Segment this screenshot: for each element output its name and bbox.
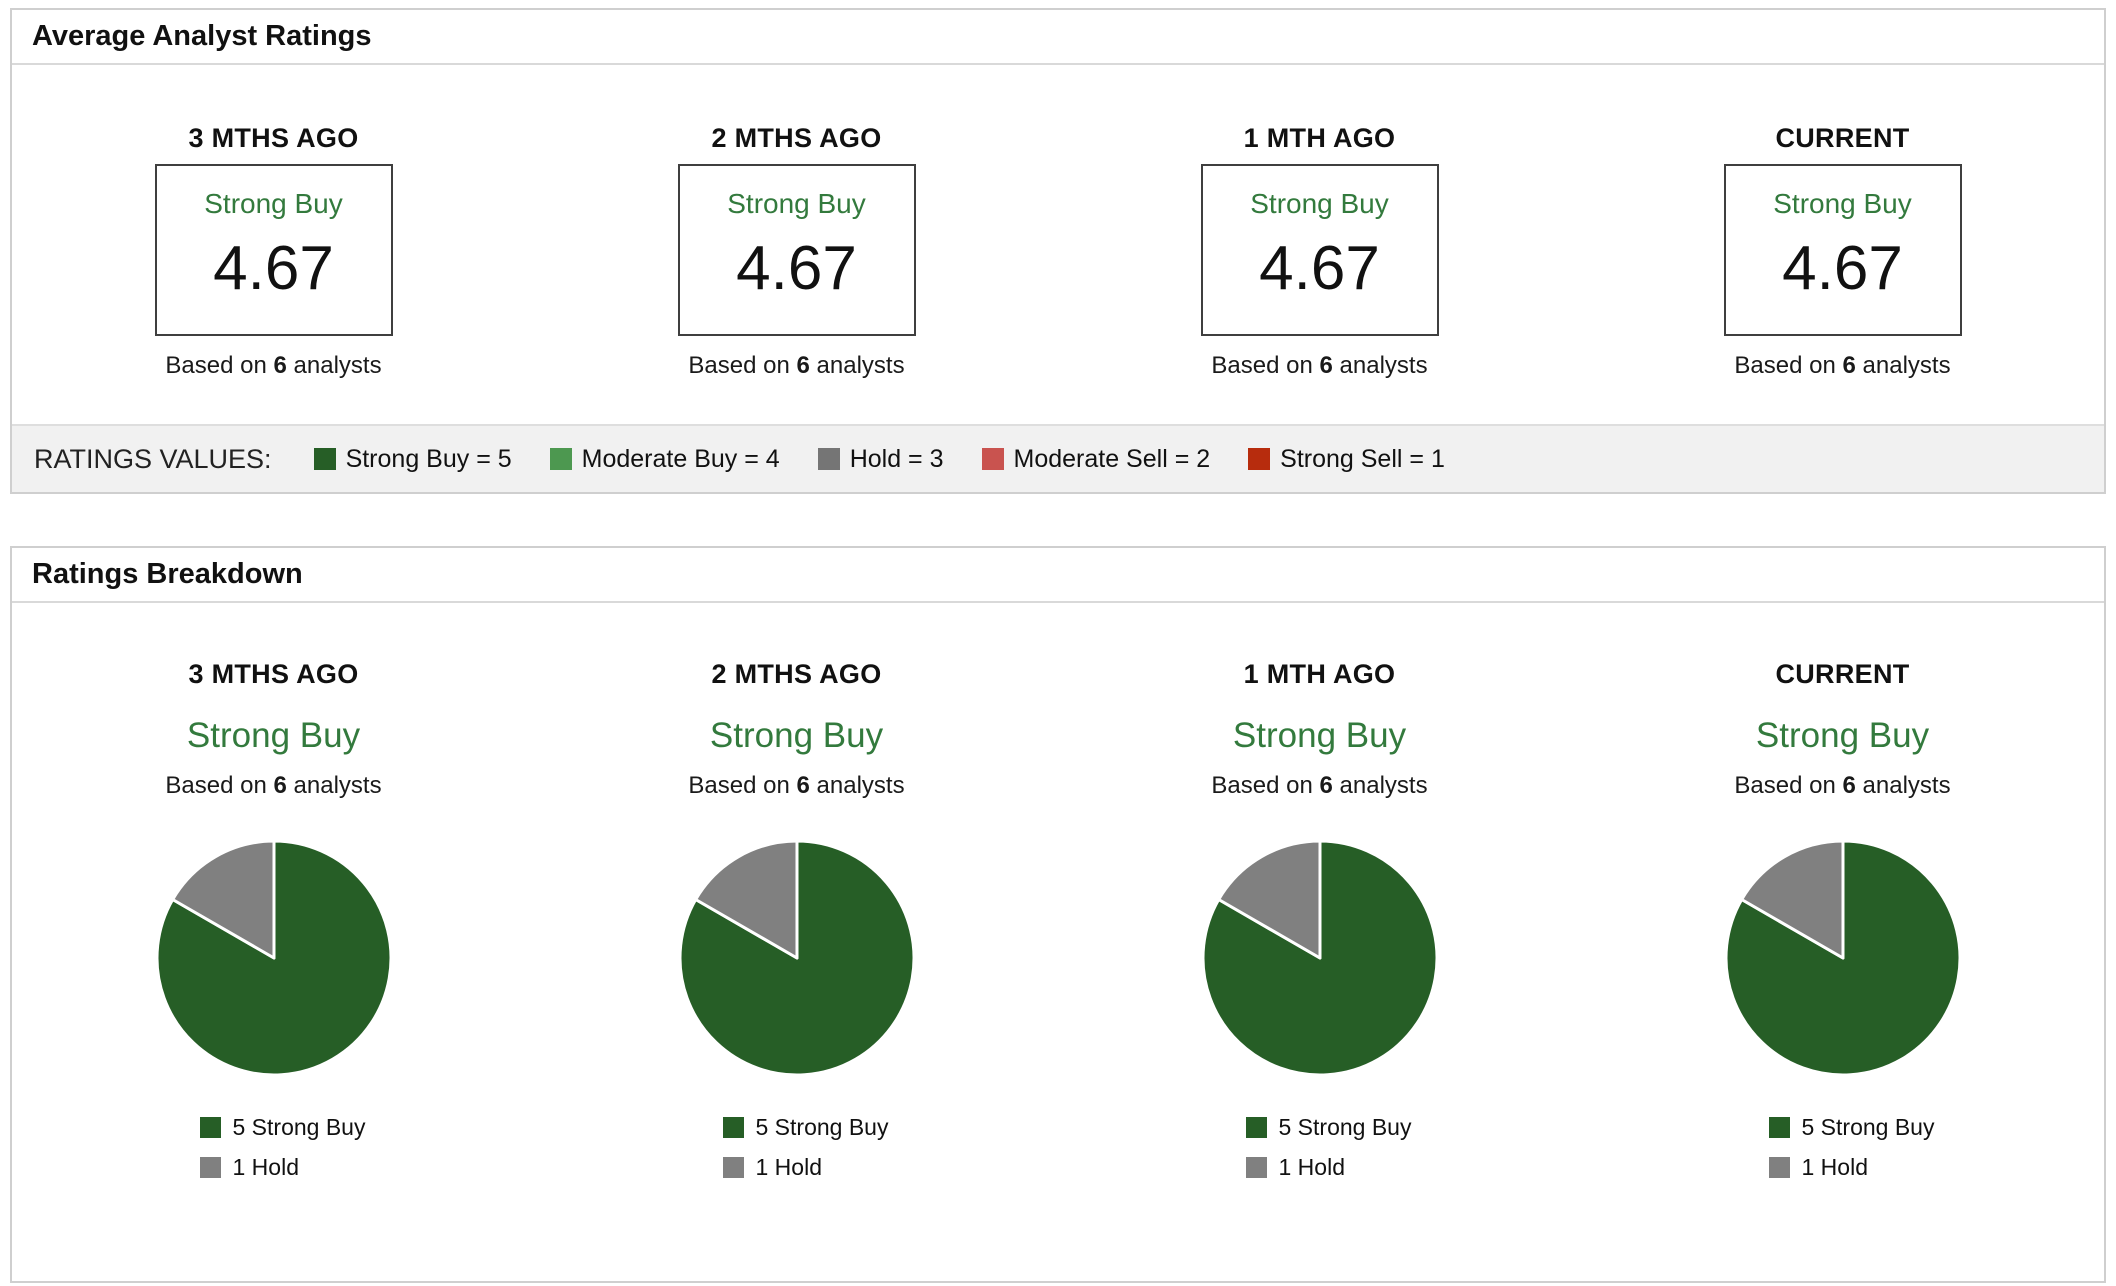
rating-label: Strong Buy bbox=[1233, 716, 1406, 756]
rating-label: Strong Buy bbox=[1250, 188, 1389, 220]
analyst-count: 6 bbox=[274, 772, 287, 799]
pie-legend-item: 1 Hold bbox=[1769, 1154, 1963, 1181]
analyst-count-note: Based on 6 analysts bbox=[1211, 352, 1427, 380]
legend-color-swatch bbox=[1769, 1117, 1790, 1138]
legend-color-swatch bbox=[1246, 1157, 1267, 1178]
legend-color-swatch bbox=[200, 1117, 221, 1138]
analyst-count-note: Based on 6 analysts bbox=[1734, 352, 1950, 380]
rating-score-box: Strong Buy 4.67 bbox=[1724, 164, 1962, 336]
legend-color-swatch bbox=[723, 1157, 744, 1178]
rating-label: Strong Buy bbox=[1756, 716, 1929, 756]
period-label: 3 MTHS AGO bbox=[188, 659, 358, 690]
legend-item-moderate-sell: Moderate Sell = 2 bbox=[982, 445, 1211, 474]
analyst-count-note: Based on 6 analysts bbox=[688, 352, 904, 380]
legend-item-strong-buy: Strong Buy = 5 bbox=[314, 445, 512, 474]
breakdown-column-2mths: 2 MTHS AGO Strong Buy Based on 6 analyst… bbox=[535, 659, 1058, 1181]
legend-color-swatch bbox=[550, 448, 572, 470]
legend-color-swatch bbox=[1769, 1157, 1790, 1178]
legend-item-strong-sell: Strong Sell = 1 bbox=[1248, 445, 1445, 474]
legend-item-hold: Hold = 3 bbox=[818, 445, 944, 474]
rating-value: 4.67 bbox=[1259, 238, 1380, 300]
period-label: CURRENT bbox=[1775, 123, 1909, 154]
breakdown-column-3mths: 3 MTHS AGO Strong Buy Based on 6 analyst… bbox=[12, 659, 535, 1181]
ratings-values-bar: RATINGS VALUES: Strong Buy = 5 Moderate … bbox=[12, 424, 2104, 492]
pie-chart bbox=[677, 838, 917, 1078]
analyst-count-note: Based on 6 analysts bbox=[1211, 772, 1427, 800]
period-label: 2 MTHS AGO bbox=[711, 123, 881, 154]
rating-label: Strong Buy bbox=[727, 188, 866, 220]
pie-legend-item: 1 Hold bbox=[200, 1154, 394, 1181]
rating-score-box: Strong Buy 4.67 bbox=[678, 164, 916, 336]
legend-color-swatch bbox=[982, 448, 1004, 470]
analyst-count-note: Based on 6 analysts bbox=[165, 352, 381, 380]
legend-color-swatch bbox=[1248, 448, 1270, 470]
period-label: 1 MTH AGO bbox=[1244, 659, 1396, 690]
pie-legend: 5 Strong Buy 1 Hold bbox=[677, 1114, 917, 1181]
average-ratings-grid: 3 MTHS AGO Strong Buy 4.67 Based on 6 an… bbox=[12, 65, 2104, 424]
analyst-count-note: Based on 6 analysts bbox=[1734, 772, 1950, 800]
pie-chart bbox=[1200, 838, 1440, 1078]
rating-value: 4.67 bbox=[736, 238, 857, 300]
page-title: Average Analyst Ratings bbox=[32, 20, 372, 52]
period-label: CURRENT bbox=[1775, 659, 1909, 690]
rating-value: 4.67 bbox=[1782, 238, 1903, 300]
legend-color-swatch bbox=[818, 448, 840, 470]
average-analyst-ratings-panel: Average Analyst Ratings 3 MTHS AGO Stron… bbox=[10, 8, 2106, 494]
period-label: 2 MTHS AGO bbox=[711, 659, 881, 690]
ratings-breakdown-grid: 3 MTHS AGO Strong Buy Based on 6 analyst… bbox=[12, 603, 2104, 1281]
legend-color-swatch bbox=[1246, 1117, 1267, 1138]
legend-color-swatch bbox=[314, 448, 336, 470]
ratings-breakdown-panel: Ratings Breakdown 3 MTHS AGO Strong Buy … bbox=[10, 546, 2106, 1283]
pie-legend-item: 5 Strong Buy bbox=[200, 1114, 394, 1141]
breakdown-column-1mth: 1 MTH AGO Strong Buy Based on 6 analysts… bbox=[1058, 659, 1581, 1181]
rating-score-box: Strong Buy 4.67 bbox=[155, 164, 393, 336]
legend-color-swatch bbox=[723, 1117, 744, 1138]
analyst-count-note: Based on 6 analysts bbox=[688, 772, 904, 800]
rating-column-3mths: 3 MTHS AGO Strong Buy 4.67 Based on 6 an… bbox=[12, 123, 535, 380]
analyst-count: 6 bbox=[1320, 772, 1333, 799]
analyst-count: 6 bbox=[797, 352, 810, 379]
analyst-count: 6 bbox=[1320, 352, 1333, 379]
analyst-count: 6 bbox=[1843, 772, 1856, 799]
rating-value: 4.67 bbox=[213, 238, 334, 300]
rating-column-2mths: 2 MTHS AGO Strong Buy 4.67 Based on 6 an… bbox=[535, 123, 1058, 380]
ratings-values-label: RATINGS VALUES: bbox=[34, 444, 272, 475]
rating-column-current: CURRENT Strong Buy 4.67 Based on 6 analy… bbox=[1581, 123, 2104, 380]
breakdown-column-current: CURRENT Strong Buy Based on 6 analysts 5… bbox=[1581, 659, 2104, 1181]
rating-column-1mth: 1 MTH AGO Strong Buy 4.67 Based on 6 ana… bbox=[1058, 123, 1581, 380]
pie-legend-item: 1 Hold bbox=[1246, 1154, 1440, 1181]
pie-chart bbox=[1723, 838, 1963, 1078]
period-label: 3 MTHS AGO bbox=[188, 123, 358, 154]
analyst-count: 6 bbox=[1843, 352, 1856, 379]
panel-header: Average Analyst Ratings bbox=[12, 10, 2104, 65]
pie-legend: 5 Strong Buy 1 Hold bbox=[1723, 1114, 1963, 1181]
pie-legend-item: 5 Strong Buy bbox=[1246, 1114, 1440, 1141]
pie-legend: 5 Strong Buy 1 Hold bbox=[1200, 1114, 1440, 1181]
period-label: 1 MTH AGO bbox=[1244, 123, 1396, 154]
analyst-count: 6 bbox=[274, 352, 287, 379]
analyst-count-note: Based on 6 analysts bbox=[165, 772, 381, 800]
panel-header: Ratings Breakdown bbox=[12, 548, 2104, 603]
section-title: Ratings Breakdown bbox=[32, 558, 303, 590]
pie-legend-item: 5 Strong Buy bbox=[723, 1114, 917, 1141]
legend-color-swatch bbox=[200, 1157, 221, 1178]
pie-chart bbox=[154, 838, 394, 1078]
rating-score-box: Strong Buy 4.67 bbox=[1201, 164, 1439, 336]
rating-label: Strong Buy bbox=[1773, 188, 1912, 220]
legend-item-moderate-buy: Moderate Buy = 4 bbox=[550, 445, 780, 474]
analyst-count: 6 bbox=[797, 772, 810, 799]
rating-label: Strong Buy bbox=[710, 716, 883, 756]
pie-legend: 5 Strong Buy 1 Hold bbox=[154, 1114, 394, 1181]
pie-legend-item: 1 Hold bbox=[723, 1154, 917, 1181]
rating-label: Strong Buy bbox=[204, 188, 343, 220]
pie-legend-item: 5 Strong Buy bbox=[1769, 1114, 1963, 1141]
rating-label: Strong Buy bbox=[187, 716, 360, 756]
